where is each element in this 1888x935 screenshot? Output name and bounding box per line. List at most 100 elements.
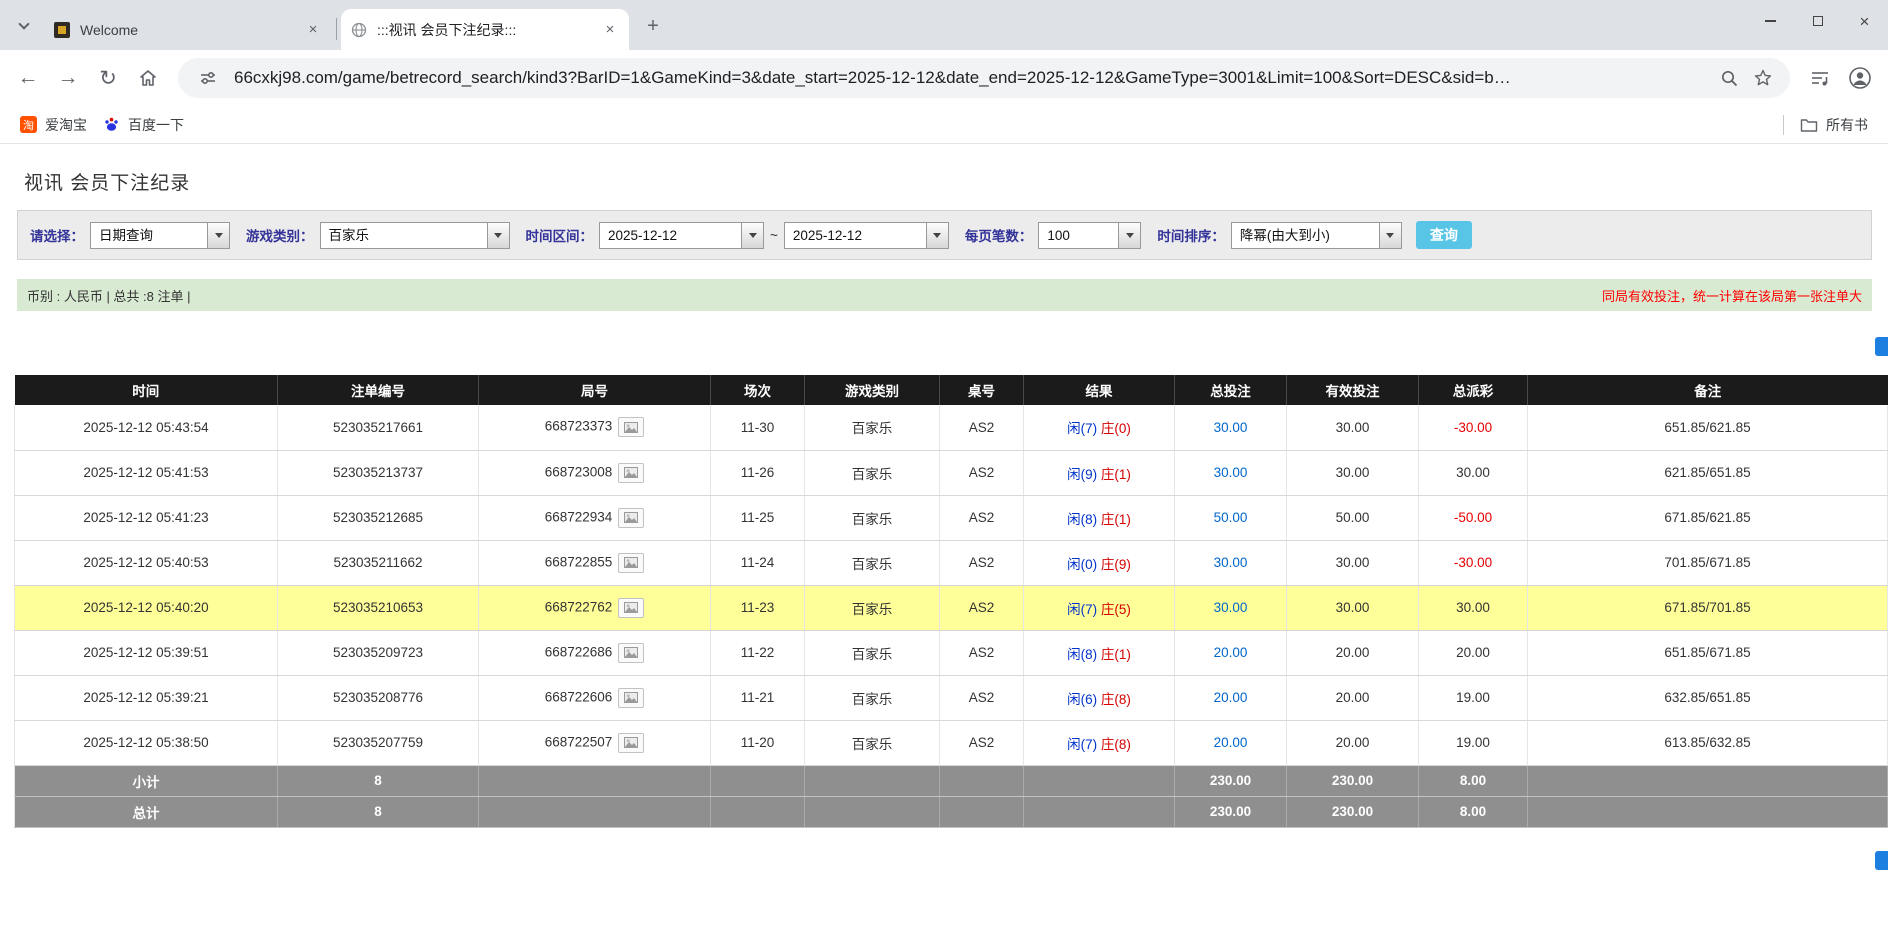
address-bar[interactable]: 66cxkj98.com/game/betrecord_search/kind3… [178,58,1790,98]
reload-button[interactable]: ↻ [88,58,128,98]
cell-table-no: AS2 [940,405,1024,450]
film-icon [624,422,638,433]
video-replay-button[interactable] [618,598,644,618]
window-minimize-button[interactable] [1747,0,1794,42]
folder-icon [1800,117,1818,133]
cell-payout: -30.00 [1419,540,1528,585]
dropdown-button[interactable] [1379,223,1401,248]
media-controls-icon[interactable] [1800,58,1840,98]
cell-result: 闲(7) 庄(8) [1024,720,1175,765]
cell-valid-bet: 30.00 [1287,450,1419,495]
cell-game-type: 百家乐 [805,585,940,630]
result-banker: 庄(1) [1101,467,1131,482]
dropdown-button[interactable] [926,223,948,248]
result-banker: 庄(9) [1101,557,1131,572]
cell-time: 2025-12-12 05:43:54 [15,405,278,450]
video-replay-button[interactable] [618,508,644,528]
window-maximize-button[interactable] [1794,0,1841,42]
table-row: 2025-12-12 05:41:53523035213737668723008… [15,450,1888,495]
all-bookmarks-label: 所有书 [1826,115,1868,135]
column-header: 桌号 [940,375,1024,405]
scroll-indicator-bottom[interactable] [1875,851,1888,870]
subtotal-row: 小计8230.00230.008.00 [15,765,1888,796]
video-replay-button[interactable] [618,688,644,708]
cell-note: 701.85/671.85 [1528,540,1888,585]
total-bet-link[interactable]: 30.00 [1214,420,1248,435]
game-type-select[interactable]: 百家乐 [320,222,510,249]
site-info-icon[interactable] [199,69,217,87]
round-number: 668722855 [545,554,613,569]
total-bet-link[interactable]: 30.00 [1214,555,1248,570]
tab-close-icon[interactable]: × [304,21,322,39]
bookmark-label: 百度一下 [128,115,184,135]
cell-payout: 19.00 [1419,675,1528,720]
bookmark-star-icon[interactable] [1753,68,1773,88]
scroll-indicator-top[interactable] [1875,337,1888,356]
cell-payout: -30.00 [1419,405,1528,450]
dropdown-button[interactable] [207,223,229,248]
cell-note: 613.85/632.85 [1528,720,1888,765]
caret-down-icon [749,233,757,238]
date-query-select[interactable]: 日期查询 [90,222,230,249]
bookmark-taobao[interactable]: 淘 爱淘宝 [12,111,95,139]
page-title: 视讯 会员下注纪录 [24,168,1888,195]
total-bet-link[interactable]: 30.00 [1214,465,1248,480]
cell-game-type: 百家乐 [805,405,940,450]
footer-empty [940,796,1024,827]
window-close-button[interactable]: × [1841,0,1888,42]
round-number: 668723008 [545,464,613,479]
total-bet-link[interactable]: 20.00 [1214,690,1248,705]
total-bet-link[interactable]: 20.00 [1214,735,1248,750]
new-tab-button[interactable]: + [639,12,667,40]
dropdown-button[interactable] [1118,223,1140,248]
profile-avatar[interactable] [1840,58,1880,98]
cell-total-bet: 30.00 [1175,585,1287,630]
game-type-value: 百家乐 [321,223,487,248]
url-input[interactable]: 66cxkj98.com/game/betrecord_search/kind3… [234,68,1713,88]
zoom-icon[interactable] [1720,69,1739,88]
cell-payout: 19.00 [1419,720,1528,765]
page-size-label: 每页笔数： [965,225,1033,245]
table-row: 2025-12-12 05:38:50523035207759668722507… [15,720,1888,765]
result-banker: 庄(8) [1101,692,1131,707]
total-bet-link[interactable]: 30.00 [1214,600,1248,615]
tab-betrecord[interactable]: :::视讯 会员下注纪录::: × [341,9,629,50]
date-start-input[interactable]: 2025-12-12 [599,222,764,249]
tab-welcome[interactable]: Welcome × [44,9,332,50]
tab-search-button[interactable] [10,12,38,40]
column-header: 备注 [1528,375,1888,405]
cell-result: 闲(8) 庄(1) [1024,495,1175,540]
result-banker: 庄(8) [1101,737,1131,752]
cell-note: 671.85/621.85 [1528,495,1888,540]
dropdown-button[interactable] [741,223,763,248]
cell-time: 2025-12-12 05:39:51 [15,630,278,675]
select-label: 请选择： [30,225,84,245]
page-size-select[interactable]: 100 [1038,222,1141,249]
home-button[interactable] [128,58,168,98]
tab-title: Welcome [80,22,304,38]
video-replay-button[interactable] [618,733,644,753]
video-replay-button[interactable] [618,643,644,663]
back-button[interactable]: ← [8,58,48,98]
total-bet-link[interactable]: 50.00 [1214,510,1248,525]
date-end-input[interactable]: 2025-12-12 [784,222,949,249]
video-replay-button[interactable] [618,553,644,573]
cell-game-type: 百家乐 [805,720,940,765]
video-replay-button[interactable] [618,417,644,437]
column-header: 总派彩 [1419,375,1528,405]
date-start-value: 2025-12-12 [600,223,741,248]
dropdown-button[interactable] [487,223,509,248]
forward-button[interactable]: → [48,58,88,98]
cell-note: 671.85/701.85 [1528,585,1888,630]
welcome-favicon-icon [54,22,70,38]
cell-time: 2025-12-12 05:38:50 [15,720,278,765]
all-bookmarks-button[interactable]: 所有书 [1792,111,1876,139]
bookmark-baidu[interactable]: 百度一下 [95,111,192,139]
tab-close-icon[interactable]: × [601,21,619,39]
video-replay-button[interactable] [618,463,644,483]
cell-session: 11-20 [711,720,805,765]
search-button[interactable]: 查询 [1416,221,1472,249]
sort-select[interactable]: 降幂(由大到小) [1231,222,1402,249]
cell-result: 闲(6) 庄(8) [1024,675,1175,720]
total-bet-link[interactable]: 20.00 [1214,645,1248,660]
